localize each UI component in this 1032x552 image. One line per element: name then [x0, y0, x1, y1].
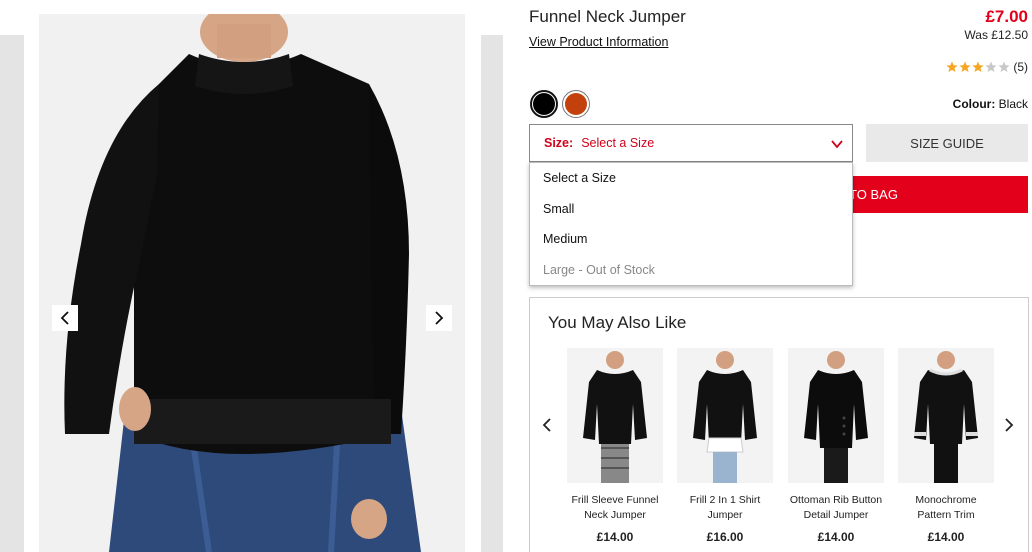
- size-guide-button[interactable]: SIZE GUIDE: [866, 124, 1028, 162]
- colour-indicator: Colour: Black: [953, 97, 1028, 111]
- star-icon: [972, 61, 984, 73]
- recommendation-image: [898, 348, 994, 483]
- size-option-out-of-stock: Large - Out of Stock: [543, 262, 655, 277]
- recommendation-item[interactable]: Frill Sleeve Funnel Neck Jumper £14.00: [566, 348, 664, 544]
- gallery-prev-button[interactable]: [52, 305, 78, 331]
- was-price: Was £12.50: [964, 28, 1028, 42]
- colour-swatch-rust[interactable]: [562, 90, 590, 118]
- recommendations-panel: You May Also Like Frill Sleeve Funnel Ne…: [529, 297, 1029, 552]
- size-option[interactable]: Small: [530, 194, 852, 225]
- size-option[interactable]: Select a Size: [530, 163, 852, 194]
- chevron-right-icon: [435, 311, 444, 325]
- star-icon: [959, 61, 971, 73]
- recommendation-name: Frill 2 In 1 Shirt Jumper: [689, 494, 761, 521]
- colour-value: Black: [998, 97, 1028, 111]
- review-count: (5): [1013, 60, 1028, 74]
- recommendation-price: £14.00: [927, 530, 965, 544]
- recommendation-item[interactable]: Monochrome Pattern Trim £14.00: [897, 348, 995, 544]
- colour-swatch-black[interactable]: [530, 90, 558, 118]
- star-rating[interactable]: (5): [946, 60, 1028, 74]
- recommendation-item[interactable]: Ottoman Rib Button Detail Jumper £14.00: [787, 348, 885, 544]
- star-icon: [998, 61, 1010, 73]
- size-value: Select a Size: [581, 136, 655, 150]
- recommendation-item[interactable]: Frill 2 In 1 Shirt Jumper £16.00: [676, 348, 774, 544]
- gallery-prev-image-peek: [0, 35, 24, 552]
- recommendation-price: £14.00: [596, 530, 634, 544]
- swatch-fill: [565, 93, 587, 115]
- recommendations-title: You May Also Like: [548, 313, 687, 332]
- product-price: £7.00: [985, 7, 1028, 26]
- recommendation-image: [677, 348, 773, 483]
- size-label: Size:: [544, 136, 574, 150]
- star-icon: [946, 61, 958, 73]
- recommendation-image: [567, 348, 663, 483]
- chevron-left-icon: [60, 311, 69, 325]
- gallery-next-image-peek: [481, 35, 503, 552]
- main-product-image: [39, 14, 465, 552]
- recommendation-name: Monochrome Pattern Trim: [915, 494, 977, 521]
- star-icon: [985, 61, 997, 73]
- gallery-next-button[interactable]: [426, 305, 452, 331]
- recommendation-image: [788, 348, 884, 483]
- carousel-next-icon[interactable]: [1002, 417, 1016, 433]
- recommendation-price: £14.00: [817, 530, 855, 544]
- size-option[interactable]: Medium: [530, 224, 852, 255]
- chevron-down-icon: [831, 140, 843, 149]
- swatch-fill: [533, 93, 555, 115]
- recommendation-name: Frill Sleeve Funnel Neck Jumper: [571, 494, 659, 521]
- colour-label: Colour:: [952, 97, 996, 111]
- recommendation-name: Ottoman Rib Button Detail Jumper: [789, 494, 883, 521]
- product-title: Funnel Neck Jumper: [529, 7, 686, 26]
- size-options-list: Select a Size Small Medium Large - Out o…: [529, 162, 853, 286]
- size-dropdown[interactable]: Size: Select a Size: [529, 124, 853, 162]
- view-product-information-link[interactable]: View Product Information: [529, 35, 668, 49]
- carousel-prev-icon[interactable]: [540, 417, 554, 433]
- recommendation-price: £16.00: [706, 530, 744, 544]
